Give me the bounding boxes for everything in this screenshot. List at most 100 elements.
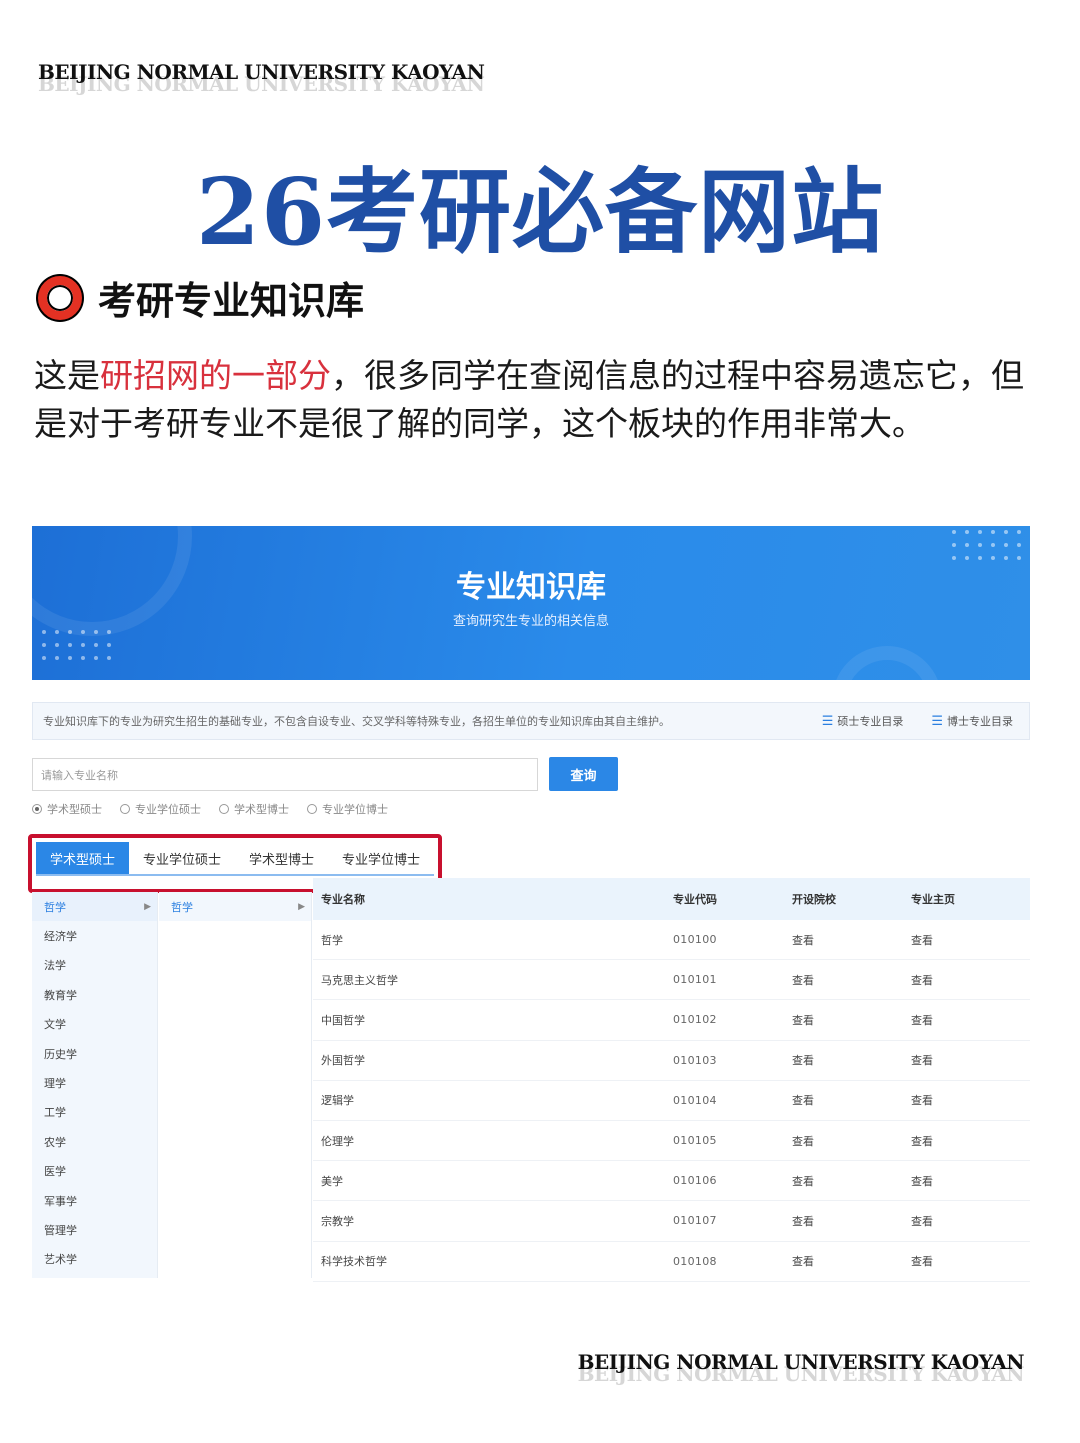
table-row: 宗教学 010107 查看 查看 [313, 1201, 1030, 1242]
major-code: 010106 [673, 1174, 717, 1188]
doctor-catalog-link[interactable]: ☰ 博士专业目录 [931, 713, 1013, 729]
table-row: 中国哲学 010102 查看 查看 [313, 1000, 1030, 1041]
list-icon: ☰ [821, 713, 834, 729]
category-item[interactable]: 教育学 [32, 980, 157, 1009]
category-item[interactable]: 管理学 [32, 1215, 157, 1244]
page-title: 26考研必备网站 [195, 158, 885, 266]
view-homepage-link[interactable]: 查看 [911, 932, 1030, 948]
major-code: 010102 [673, 1013, 717, 1027]
view-schools-link[interactable]: 查看 [792, 972, 911, 988]
category-item[interactable]: 理学 [32, 1068, 157, 1097]
major-table: 专业名称 专业代码 开设院校 专业主页 哲学 010100 查看 查看 马克思主义哲学 0… [313, 878, 1030, 1282]
major-name: 中国哲学 [321, 1013, 365, 1027]
header-name: 专业名称 [321, 893, 365, 906]
header-school: 开设院校 [792, 893, 836, 906]
view-homepage-link[interactable]: 查看 [911, 1213, 1030, 1229]
view-homepage-link[interactable]: 查看 [911, 1173, 1030, 1189]
search-input[interactable]: 请输入专业名称 [32, 758, 538, 791]
subcategory-list: 哲学 ▶ [159, 892, 312, 1278]
category-item[interactable]: 法学 [32, 951, 157, 980]
site-banner: 专业知识库 查询研究生专业的相关信息 [32, 526, 1030, 680]
header-home: 专业主页 [911, 893, 955, 906]
major-name: 科学技术哲学 [321, 1255, 387, 1269]
major-code: 010104 [673, 1093, 717, 1107]
arrow-right-icon: ▶ [298, 901, 305, 912]
radio-academic-master[interactable]: 学术型硕士 [32, 801, 102, 817]
radio-professional-master[interactable]: 专业学位硕士 [120, 801, 201, 817]
radio-label: 专业学位博士 [322, 803, 388, 816]
brand-text: BEIJING NORMAL UNIVERSITY KAOYAN [38, 60, 485, 84]
header-code: 专业代码 [673, 893, 717, 906]
major-name: 宗教学 [321, 1214, 354, 1228]
major-code: 010100 [673, 933, 717, 947]
view-schools-link[interactable]: 查看 [792, 1092, 911, 1108]
brand-text: BEIJING NORMAL UNIVERSITY KAOYAN [577, 1350, 1025, 1374]
table-header: 专业名称 专业代码 开设院校 专业主页 [313, 878, 1030, 920]
brand-footer: BEIJING NORMAL UNIVERSITY KAOYAN BEIJING… [577, 1350, 1025, 1384]
decor-dots [42, 630, 120, 669]
major-code: 010101 [673, 973, 717, 987]
link-label: 博士专业目录 [947, 715, 1013, 728]
major-code: 010107 [673, 1214, 717, 1228]
major-name: 逻辑学 [321, 1094, 354, 1108]
view-schools-link[interactable]: 查看 [792, 1213, 911, 1229]
radio-dot [120, 804, 130, 814]
view-homepage-link[interactable]: 查看 [911, 1092, 1030, 1108]
category-item[interactable]: 经济学 [32, 921, 157, 950]
category-item[interactable]: 艺术学 [32, 1245, 157, 1274]
view-schools-link[interactable]: 查看 [792, 1133, 911, 1149]
banner-subtitle: 查询研究生专业的相关信息 [452, 614, 609, 629]
view-schools-link[interactable]: 查看 [792, 1173, 911, 1189]
major-code: 010108 [673, 1254, 717, 1268]
list-icon: ☰ [931, 713, 943, 729]
category-item[interactable]: 军事学 [32, 1186, 157, 1215]
view-homepage-link[interactable]: 查看 [911, 1012, 1030, 1028]
table-row: 马克思主义哲学 010101 查看 查看 [313, 960, 1030, 1001]
view-homepage-link[interactable]: 查看 [911, 1133, 1030, 1149]
para-highlight: 研招网的一部分 [100, 356, 331, 395]
link-label: 硕士专业目录 [837, 715, 904, 728]
para-part1: 这是 [34, 356, 100, 395]
major-name: 哲学 [321, 933, 343, 947]
major-name: 美学 [321, 1174, 343, 1188]
view-schools-link[interactable]: 查看 [792, 1052, 911, 1068]
search-button[interactable]: 查询 [549, 757, 618, 791]
table-row: 哲学 010100 查看 查看 [313, 920, 1030, 961]
catalog-links: ☰ 硕士专业目录 ☰ 博士专业目录 [810, 713, 1029, 729]
category-item[interactable]: 文学 [32, 1010, 157, 1039]
view-homepage-link[interactable]: 查看 [911, 972, 1030, 988]
radio-academic-doctor[interactable]: 学术型博士 [219, 801, 289, 817]
intro-paragraph: 这是研招网的一部分，很多同学在查阅信息的过程中容易遗忘它，但是对于考研专业不是很… [34, 352, 1024, 448]
master-catalog-link[interactable]: ☰ 硕士专业目录 [822, 713, 904, 729]
view-homepage-link[interactable]: 查看 [911, 1253, 1030, 1269]
table-row: 科学技术哲学 010108 查看 查看 [313, 1242, 1030, 1282]
ring-icon [38, 275, 82, 320]
radio-dot [32, 804, 42, 814]
view-schools-link[interactable]: 查看 [792, 932, 911, 948]
view-schools-link[interactable]: 查看 [792, 1012, 911, 1028]
view-schools-link[interactable]: 查看 [792, 1253, 911, 1269]
radio-label: 专业学位硕士 [135, 803, 201, 816]
subcategory-item[interactable]: 哲学 ▶ [159, 892, 311, 922]
radio-professional-doctor[interactable]: 专业学位博士 [307, 801, 388, 817]
category-list: 哲学 ▶ 经济学 法学 教育学 文学 历史学 理学 工学 农学 医学 军事学 管理… [32, 892, 158, 1278]
category-item[interactable]: 工学 [32, 1098, 157, 1127]
major-code: 010105 [673, 1134, 717, 1148]
category-item[interactable]: 哲学 ▶ [32, 892, 157, 922]
brand-header: BEIJING NORMAL UNIVERSITY KAOYAN BEIJING… [38, 60, 485, 94]
major-code: 010103 [673, 1053, 717, 1067]
view-homepage-link[interactable]: 查看 [911, 1052, 1030, 1068]
section-title: 考研专业知识库 [98, 279, 365, 323]
section-heading: 考研专业知识库 [38, 270, 364, 325]
arrow-right-icon: ▶ [144, 901, 151, 912]
radio-dot [219, 804, 229, 814]
radio-dot [307, 804, 317, 814]
category-item[interactable]: 历史学 [32, 1039, 157, 1068]
major-name: 伦理学 [321, 1134, 354, 1148]
category-label: 哲学 [44, 900, 66, 914]
table-body: 哲学 010100 查看 查看 马克思主义哲学 010101 查看 查看 中国哲学 010102 查… [313, 920, 1030, 1282]
radio-label: 学术型硕士 [47, 803, 102, 816]
category-item[interactable]: 农学 [32, 1127, 157, 1156]
category-item[interactable]: 医学 [32, 1157, 157, 1186]
table-row: 逻辑学 010104 查看 查看 [313, 1081, 1030, 1121]
